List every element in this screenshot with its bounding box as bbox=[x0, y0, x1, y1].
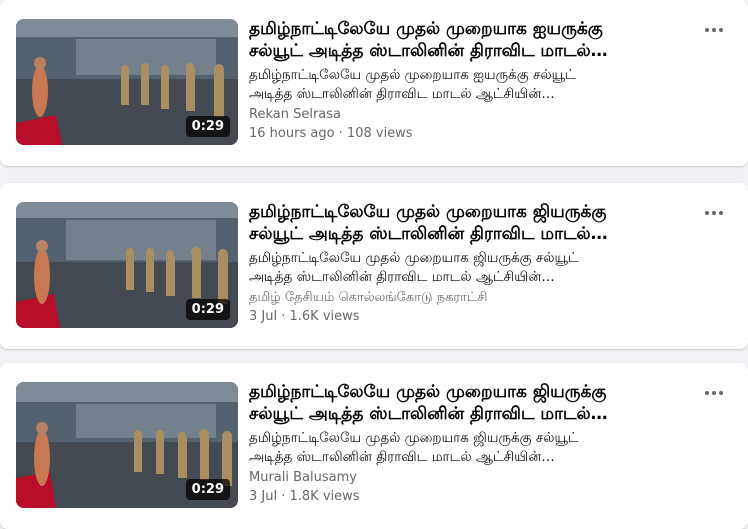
video-description-line: தமிழ்நாட்டிலேயே முதல் முறையாக ஐயருக்கு ச… bbox=[249, 67, 576, 83]
video-result-card[interactable]: 0:29 தமிழ்நாட்டிலேயே முதல் முறையாக ஜியரு… bbox=[0, 363, 748, 529]
video-author[interactable]: தமிழ் தேசியம் கொல்லங்கோடு நகராட்சி bbox=[249, 290, 487, 306]
video-duration: 0:29 bbox=[185, 116, 230, 137]
video-thumbnail[interactable]: 0:29 bbox=[16, 382, 238, 508]
video-duration: 0:29 bbox=[185, 479, 230, 500]
video-result-card[interactable]: 0:29 தமிழ்நாட்டிலேயே முதல் முறையாக ஐயருக… bbox=[0, 0, 748, 166]
video-author[interactable]: Rekan Selrasa bbox=[249, 107, 341, 122]
video-title-line: சல்யூட் அடித்த ஸ்டாலினின் திராவிட மாடல்… bbox=[249, 41, 608, 61]
video-result-card[interactable]: 0:29 தமிழ்நாட்டிலேயே முதல் முறையாக ஜியரு… bbox=[0, 183, 748, 349]
more-horizontal-icon bbox=[705, 391, 723, 395]
video-title-line: சல்யூட் அடித்த ஸ்டாலினின் திராவிட மாடல்… bbox=[249, 224, 608, 244]
video-meta: 3 Jul · 1.8K views bbox=[249, 489, 360, 504]
video-description-line: தமிழ்நாட்டிலேயே முதல் முறையாக ஜியருக்கு … bbox=[249, 430, 579, 446]
more-options-button[interactable] bbox=[696, 199, 732, 227]
video-description: தமிழ்நாட்டிலேயே முதல் முறையாக ஜியருக்கு … bbox=[249, 429, 689, 467]
video-thumbnail[interactable]: 0:29 bbox=[16, 202, 238, 328]
video-title[interactable]: தமிழ்நாட்டிலேயே முதல் முறையாக ஜியருக்கு … bbox=[249, 381, 689, 425]
video-title-line: தமிழ்நாட்டிலேயே முதல் முறையாக ஜியருக்கு bbox=[249, 202, 607, 222]
more-horizontal-icon bbox=[705, 211, 723, 215]
video-description-line: அடித்த ஸ்டாலினின் திராவிட மாடல் ஆட்சியின… bbox=[249, 269, 555, 285]
video-title-line: தமிழ்நாட்டிலேயே முதல் முறையாக ஜியருக்கு bbox=[249, 382, 607, 402]
video-author[interactable]: Murali Balusamy bbox=[249, 470, 357, 485]
video-description-line: அடித்த ஸ்டாலினின் திராவிட மாடல் ஆட்சியின… bbox=[249, 449, 555, 465]
video-meta: 16 hours ago · 108 views bbox=[249, 126, 413, 141]
more-options-button[interactable] bbox=[696, 16, 732, 44]
video-thumbnail[interactable]: 0:29 bbox=[16, 19, 238, 145]
video-description: தமிழ்நாட்டிலேயே முதல் முறையாக ஜியருக்கு … bbox=[249, 249, 689, 287]
video-title-line: சல்யூட் அடித்த ஸ்டாலினின் திராவிட மாடல்… bbox=[249, 404, 608, 424]
more-horizontal-icon bbox=[705, 28, 723, 32]
video-description-line: தமிழ்நாட்டிலேயே முதல் முறையாக ஜியருக்கு … bbox=[249, 250, 579, 266]
video-title-line: தமிழ்நாட்டிலேயே முதல் முறையாக ஐயருக்கு bbox=[249, 19, 603, 39]
video-title[interactable]: தமிழ்நாட்டிலேயே முதல் முறையாக ஜியருக்கு … bbox=[249, 201, 689, 245]
video-description: தமிழ்நாட்டிலேயே முதல் முறையாக ஐயருக்கு ச… bbox=[249, 66, 689, 104]
video-description-line: அடித்த ஸ்டாலினின் திராவிட மாடல் ஆட்சியின… bbox=[249, 86, 555, 102]
more-options-button[interactable] bbox=[696, 379, 732, 407]
video-title[interactable]: தமிழ்நாட்டிலேயே முதல் முறையாக ஐயருக்கு ச… bbox=[249, 18, 689, 62]
video-duration: 0:29 bbox=[185, 299, 230, 320]
video-meta: 3 Jul · 1.6K views bbox=[249, 309, 360, 324]
